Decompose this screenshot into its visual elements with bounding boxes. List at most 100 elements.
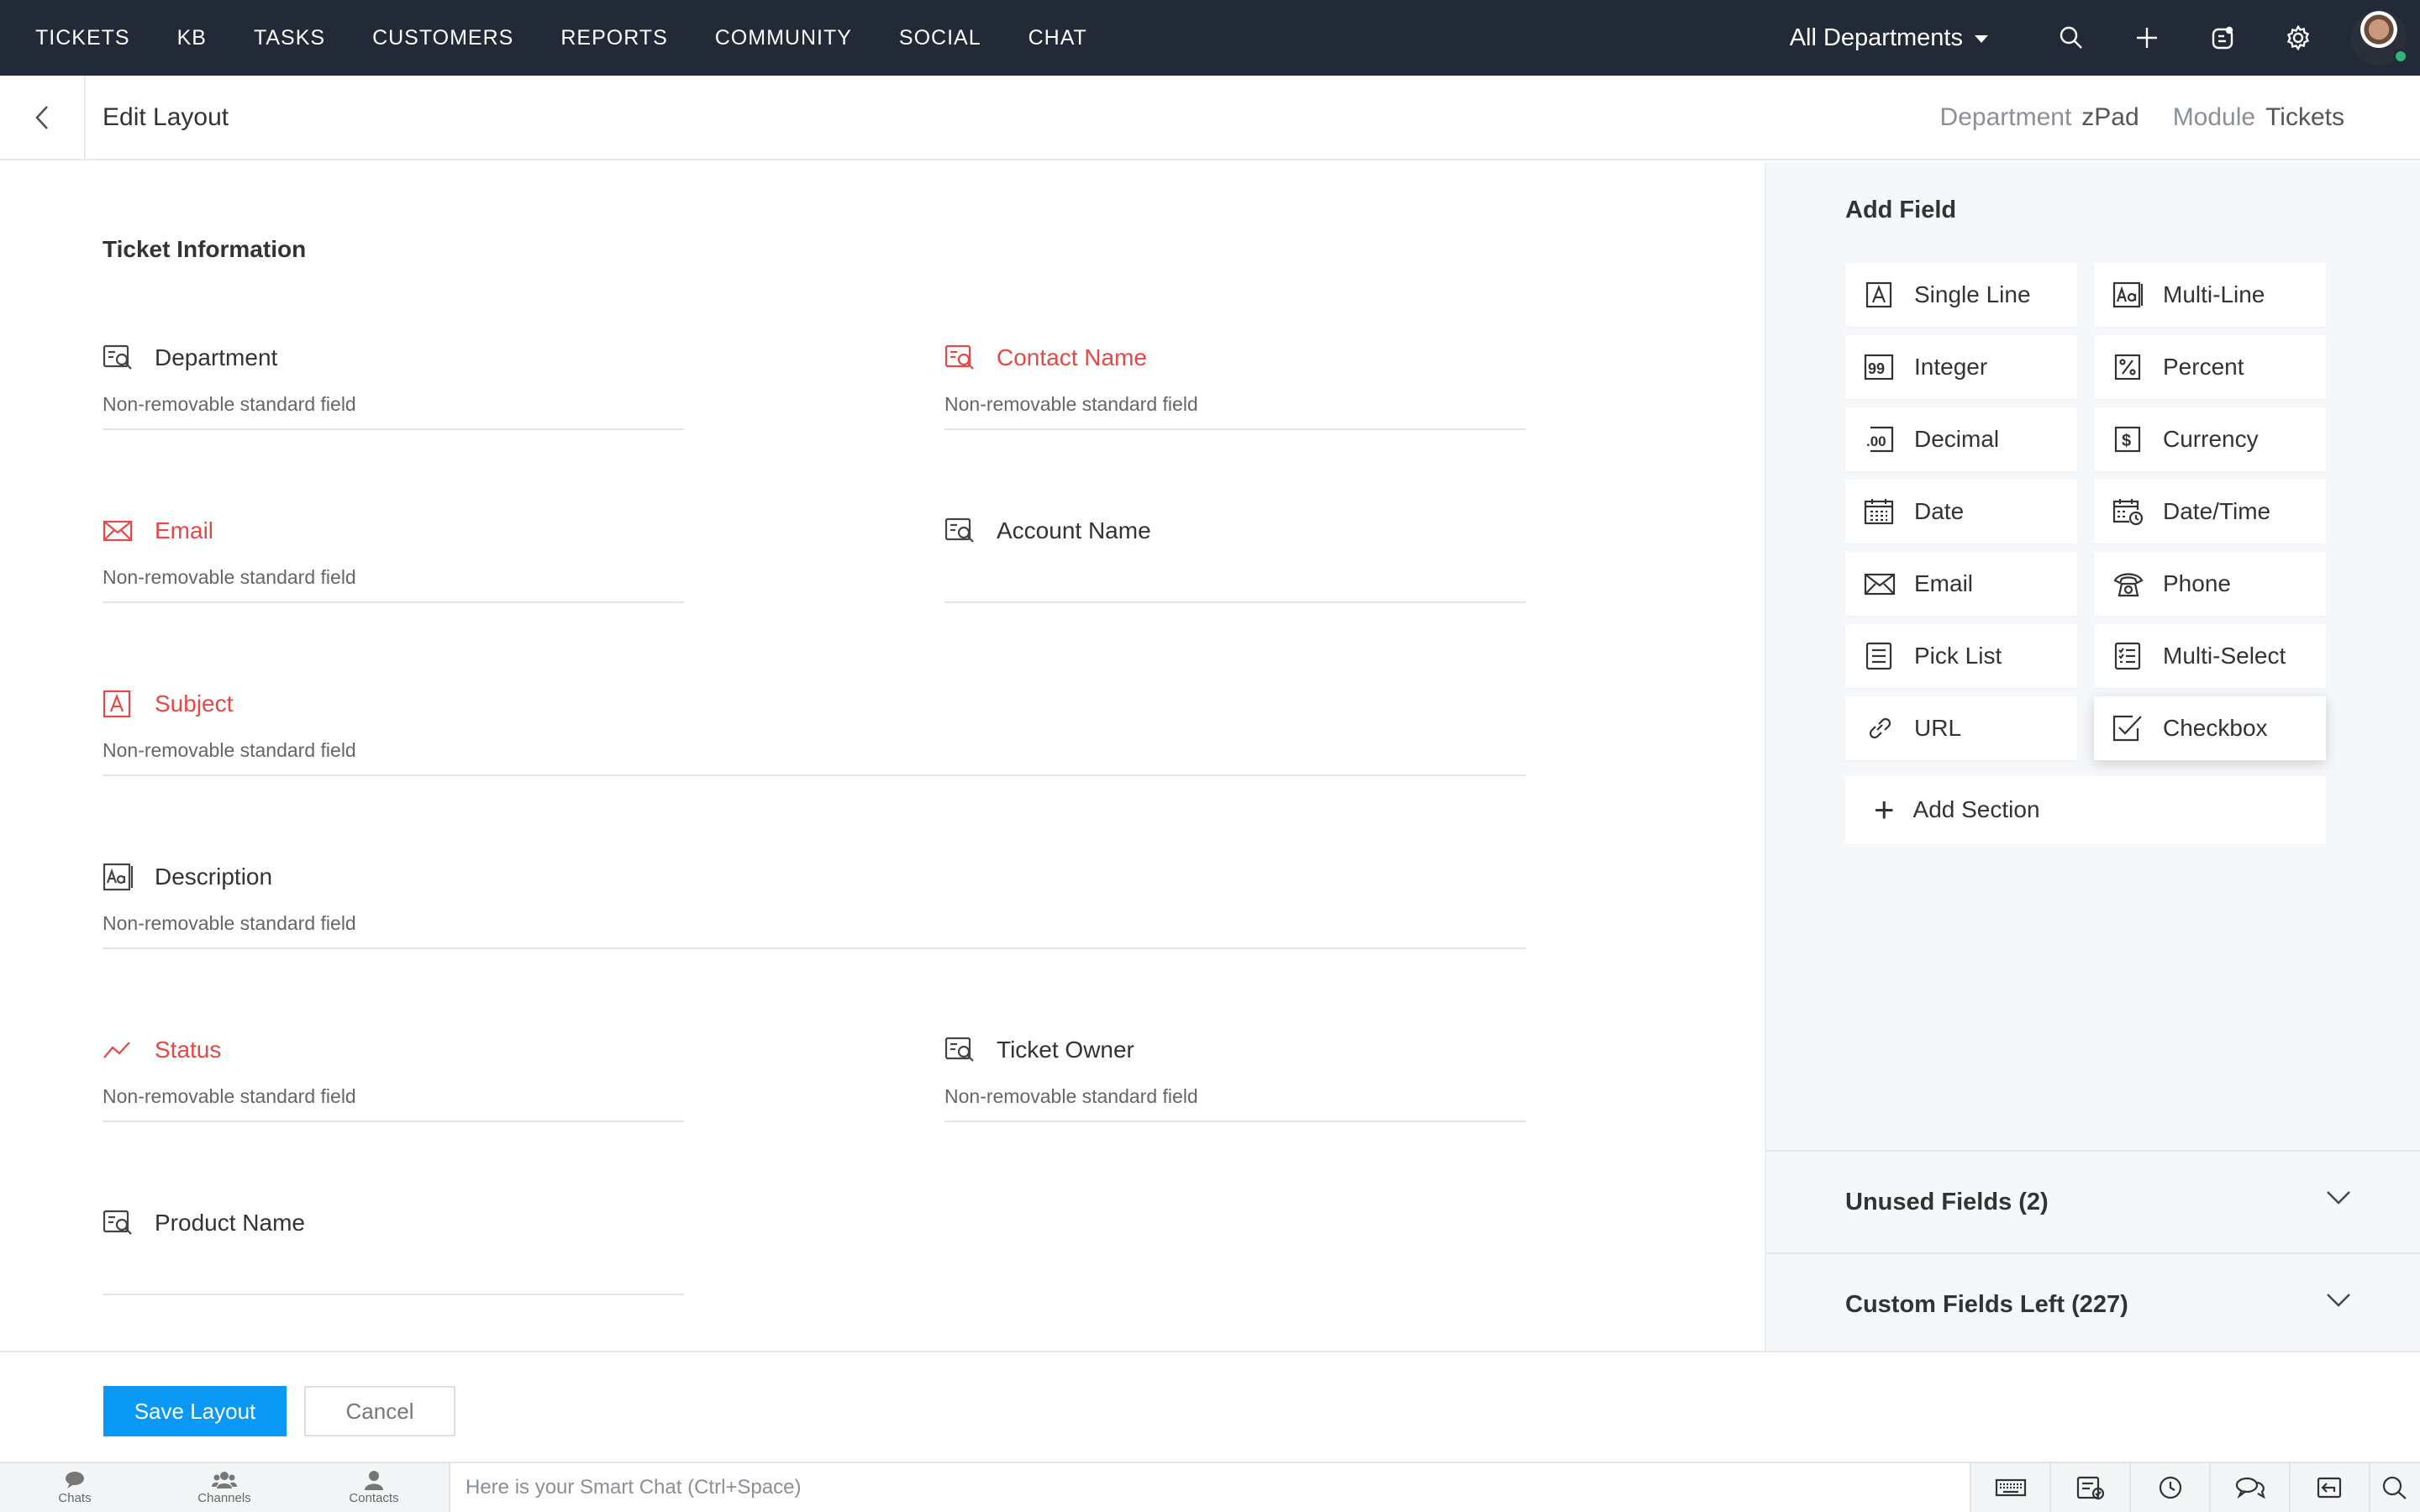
field-description[interactable]: Description Non-removable standard field	[103, 860, 1526, 949]
field-ticket-owner[interactable]: Ticket Owner Non-removable standard fiel…	[944, 1033, 1526, 1122]
field-type-checkbox[interactable]: Checkbox	[2094, 696, 2326, 760]
department-dropdown[interactable]: All Departments	[1790, 24, 1988, 52]
field-type-percent[interactable]: Percent	[2094, 335, 2326, 399]
field-type-datetime[interactable]: Date/Time	[2094, 480, 2326, 543]
field-type-pick-list[interactable]: Pick List	[1845, 624, 2077, 688]
field-subject[interactable]: Subject Non-removable standard field	[103, 687, 1526, 776]
settings-button[interactable]	[2260, 0, 2336, 76]
field-underline	[944, 601, 1526, 603]
custom-fields-count: (227)	[2071, 1290, 2128, 1318]
field-type-url[interactable]: URL	[1845, 696, 2077, 760]
nav-kb[interactable]: KB	[154, 0, 230, 76]
cancel-button[interactable]: Cancel	[304, 1386, 455, 1436]
layout-actions: Save Layout Cancel	[0, 1351, 2420, 1462]
field-type-label: Decimal	[1914, 426, 2000, 452]
field-type-email[interactable]: Email	[1845, 552, 2077, 616]
user-avatar[interactable]	[2351, 10, 2408, 66]
nav-chat[interactable]: CHAT	[1005, 0, 1111, 76]
field-label: Contact Name	[997, 344, 1147, 370]
notification-icon	[2212, 26, 2233, 50]
field-type-label: Date/Time	[2163, 498, 2271, 524]
section-title[interactable]: Ticket Information	[103, 236, 306, 263]
smart-chat-input[interactable]: Here is your Smart Chat (Ctrl+Space)	[449, 1463, 1970, 1512]
chevron-down-icon	[2326, 1293, 2351, 1312]
field-note: Non-removable standard field	[103, 1085, 356, 1107]
field-label: Ticket Owner	[997, 1037, 1134, 1063]
nav-tasks[interactable]: TASKS	[230, 0, 349, 76]
field-note: Non-removable standard field	[103, 739, 356, 761]
field-product-name[interactable]: Product Name	[103, 1206, 684, 1295]
field-label: Email	[155, 517, 214, 543]
share-button[interactable]	[2289, 1463, 2369, 1512]
module-value: Tickets	[2265, 102, 2344, 131]
layout-canvas: Ticket Information Department Non-remova…	[0, 162, 1765, 1351]
nav-reports[interactable]: REPORTS	[537, 0, 691, 76]
task-list-icon	[2076, 1476, 2104, 1500]
nav-tickets[interactable]: TICKETS	[0, 0, 154, 76]
field-type-multi-line[interactable]: Multi-Line	[2094, 263, 2326, 327]
single-line-icon	[103, 689, 138, 719]
field-email[interactable]: Email Non-removable standard field	[103, 514, 684, 603]
field-label: Subject	[155, 690, 234, 717]
field-type-label: Checkbox	[2163, 715, 2268, 741]
module-label: Module	[2172, 102, 2256, 131]
nav-social[interactable]: SOCIAL	[876, 0, 1005, 76]
search-icon	[2382, 1476, 2407, 1499]
lookup-icon	[944, 516, 980, 546]
phone-icon	[2112, 568, 2144, 600]
field-status[interactable]: Status Non-removable standard field	[103, 1033, 684, 1122]
lookup-icon	[103, 343, 138, 373]
field-type-phone[interactable]: Phone	[2094, 552, 2326, 616]
field-type-grid: Single Line Multi-Line 99 Integer Percen…	[1845, 263, 2328, 760]
field-type-currency[interactable]: $ Currency	[2094, 407, 2326, 471]
field-type-label: Integer	[1914, 354, 1988, 380]
field-label: Product Name	[155, 1210, 305, 1236]
field-label: Description	[155, 864, 273, 890]
nav-customers[interactable]: CUSTOMERS	[349, 0, 537, 76]
save-layout-button[interactable]: Save Layout	[103, 1386, 287, 1436]
tasks-button[interactable]	[2049, 1463, 2129, 1512]
field-note: Non-removable standard field	[103, 393, 356, 415]
contacts-tab[interactable]: Contacts	[299, 1463, 449, 1512]
integer-icon: 99	[1864, 351, 1896, 383]
create-button[interactable]	[2109, 0, 2185, 76]
unused-fields-accordion[interactable]: Unused Fields (2)	[1766, 1150, 2420, 1252]
field-label: Status	[155, 1037, 222, 1063]
history-button[interactable]	[2129, 1463, 2209, 1512]
channels-tab[interactable]: Channels	[150, 1463, 299, 1512]
page-title: Edit Layout	[103, 102, 229, 131]
multi-line-icon	[2112, 279, 2144, 311]
field-note: Non-removable standard field	[103, 566, 356, 588]
nav-community[interactable]: COMMUNITY	[692, 0, 876, 76]
datetime-icon	[2112, 496, 2144, 528]
field-account-name[interactable]: Account Name	[944, 514, 1526, 603]
gear-icon	[2286, 24, 2310, 51]
chat-search-button[interactable]	[2369, 1463, 2419, 1512]
search-button[interactable]	[2033, 0, 2109, 76]
discussions-button[interactable]	[2209, 1463, 2289, 1512]
field-type-multi-select[interactable]: Multi-Select	[2094, 624, 2326, 688]
custom-fields-accordion[interactable]: Custom Fields Left (227)	[1766, 1252, 2420, 1355]
online-status-indicator	[2393, 49, 2408, 64]
field-type-label: Email	[1914, 570, 1974, 596]
field-type-date[interactable]: Date	[1845, 480, 2077, 543]
lookup-icon	[103, 1208, 138, 1238]
email-icon	[103, 516, 138, 546]
keyboard-button[interactable]	[1970, 1463, 2049, 1512]
field-contact-name[interactable]: Contact Name Non-removable standard fiel…	[944, 341, 1526, 430]
add-section-button[interactable]: + Add Section	[1845, 776, 2326, 843]
plus-icon	[2137, 28, 2157, 48]
search-icon	[2060, 26, 2082, 49]
field-department[interactable]: Department Non-removable standard field	[103, 341, 684, 430]
contacts-tab-label: Contacts	[349, 1491, 399, 1505]
field-type-single-line[interactable]: Single Line	[1845, 263, 2077, 327]
field-type-decimal[interactable]: .00 Decimal	[1845, 407, 2077, 471]
field-type-integer[interactable]: 99 Integer	[1845, 335, 2077, 399]
notifications-button[interactable]	[2185, 0, 2260, 76]
clock-icon	[2159, 1476, 2181, 1499]
field-underline	[103, 1121, 684, 1122]
back-button[interactable]	[0, 76, 86, 159]
field-type-label: Percent	[2163, 354, 2244, 380]
chats-tab[interactable]: Chats	[0, 1463, 150, 1512]
chevron-left-icon	[35, 105, 48, 129]
